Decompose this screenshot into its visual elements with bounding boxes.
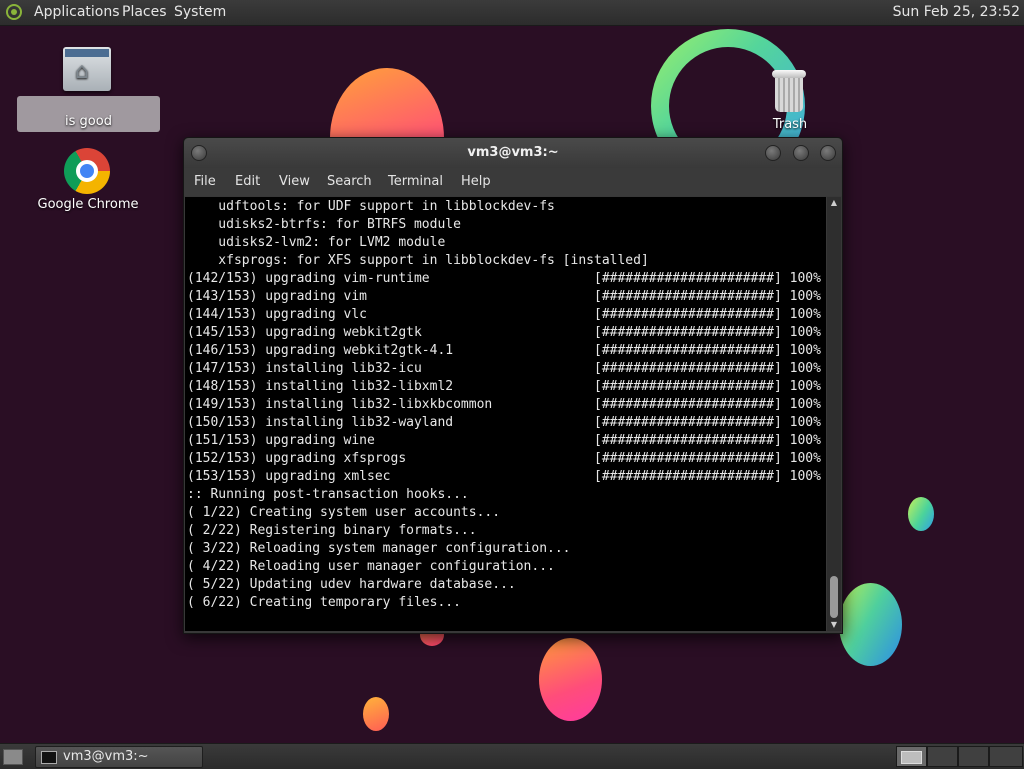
scroll-up-arrow-icon[interactable]: ▲ [827,197,841,209]
menu-edit[interactable]: Edit [235,174,260,189]
chrome-icon [64,148,110,194]
home-folder-icon: ⌂ [63,47,111,91]
taskbar-window-label: vm3@vm3:~ [63,749,149,764]
workspace-3[interactable] [958,746,989,767]
window-title: vm3@vm3:~ [467,145,559,160]
menubar: File Edit View Search Terminal Help [184,168,842,196]
mate-logo-icon[interactable] [6,4,22,20]
terminal-window[interactable]: vm3@vm3:~ File Edit View Search Terminal… [183,137,843,634]
close-button[interactable] [820,145,836,161]
desktop-icon-home[interactable]: ⌂ is good [17,44,160,132]
workspace-4[interactable] [989,746,1023,767]
scroll-thumb[interactable] [830,576,838,618]
workspace-2[interactable] [927,746,958,767]
workspace-1[interactable] [896,746,927,767]
trash-icon [772,68,806,112]
terminal-screen[interactable]: udftools: for UDF support in libblockdev… [185,197,826,631]
menu-search[interactable]: Search [327,174,372,189]
applications-menu[interactable]: Applications [34,4,120,20]
desktop-icon-chrome[interactable]: Google Chrome [28,146,148,216]
bottom-panel: vm3@vm3:~ [0,743,1024,769]
maximize-button[interactable] [793,145,809,161]
system-menu[interactable]: System [174,4,226,20]
menu-help[interactable]: Help [461,174,491,189]
menu-view[interactable]: View [279,174,310,189]
wallpaper-blob [363,697,389,731]
minimize-button[interactable] [765,145,781,161]
taskbar-window-button[interactable]: vm3@vm3:~ [35,746,203,768]
desktop-icon-label: Google Chrome [37,197,139,212]
window-titlebar[interactable]: vm3@vm3:~ [184,138,842,168]
vertical-scrollbar[interactable]: ▲ ▼ [827,197,841,631]
clock[interactable]: Sun Feb 25, 23:52 [893,4,1020,20]
top-panel: Applications Places System Sun Feb 25, 2… [0,0,1024,26]
desktop-icon-label: is good [65,114,112,129]
wallpaper-blob [539,638,602,721]
menu-terminal[interactable]: Terminal [388,174,443,189]
terminal-output[interactable]: udftools: for UDF support in libblockdev… [185,197,826,612]
scroll-down-arrow-icon[interactable]: ▼ [827,619,841,631]
menu-file[interactable]: File [194,174,216,189]
wallpaper-blob [839,583,902,666]
desktop-icon-label: Trash [772,117,808,132]
desktop-icon-trash[interactable]: Trash [760,64,820,134]
wallpaper-blob [908,497,934,531]
places-menu[interactable]: Places [122,4,167,20]
show-desktop-icon[interactable] [3,749,23,765]
terminal-icon [41,751,57,764]
